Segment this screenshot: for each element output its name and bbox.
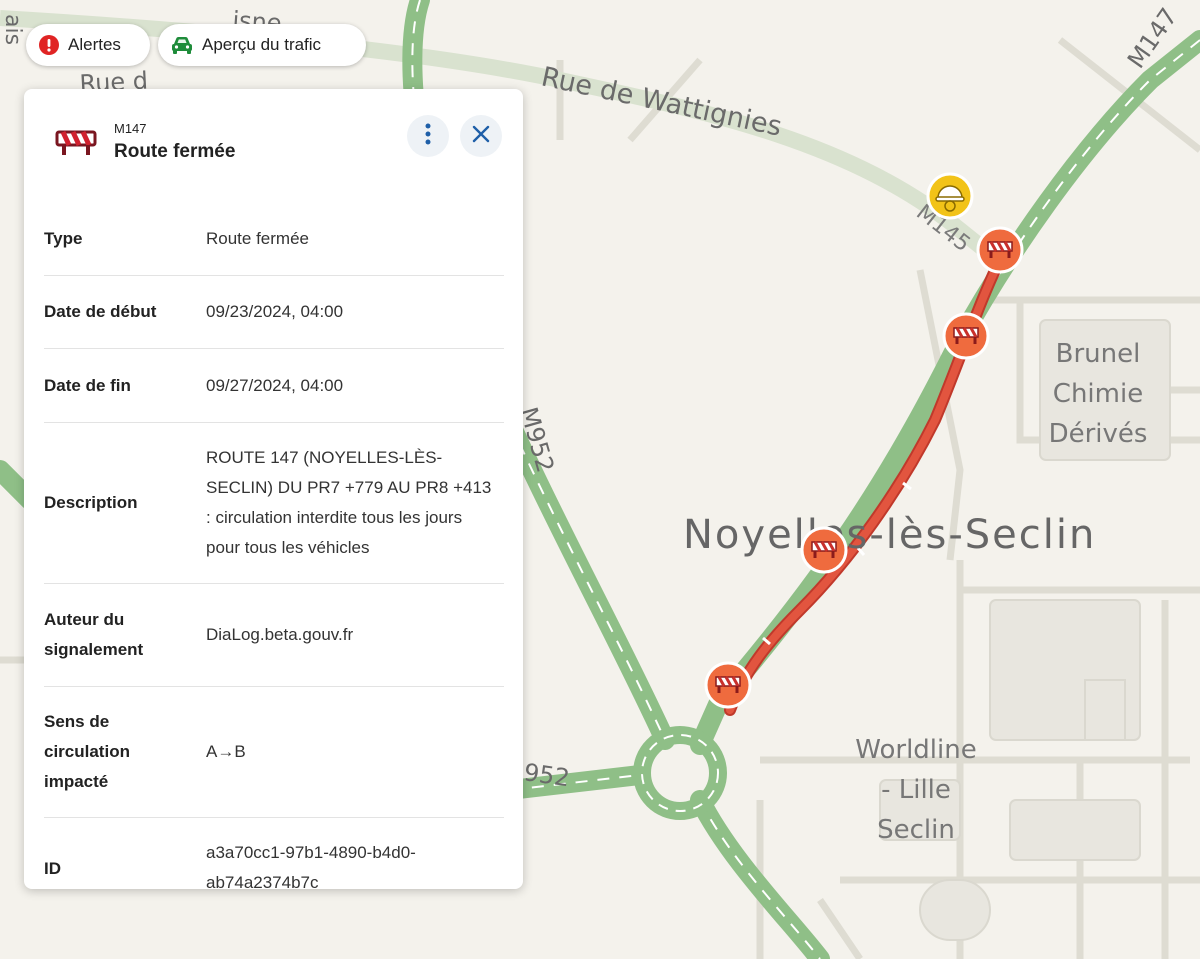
road-barrier-icon bbox=[54, 125, 98, 164]
incident-title: Route fermée bbox=[114, 141, 236, 162]
detail-value: DiaLog.beta.gouv.fr bbox=[206, 625, 354, 644]
incident-road: M147 bbox=[114, 121, 147, 136]
detail-label: Date de fin bbox=[44, 375, 131, 395]
detail-row-end-date: Date de fin 09/27/2024, 04:00 bbox=[44, 349, 504, 423]
close-button[interactable] bbox=[460, 115, 502, 157]
road-closed-marker-1[interactable] bbox=[976, 226, 1024, 274]
panel-header: M147 Route fermée bbox=[24, 89, 523, 189]
car-icon bbox=[170, 34, 194, 56]
detail-value: 09/27/2024, 04:00 bbox=[206, 375, 344, 395]
road-closed-marker-4[interactable] bbox=[704, 661, 752, 709]
town-label: Noyelles-lès-Seclin bbox=[683, 512, 1096, 558]
detail-label: Sens de circulation impacté bbox=[44, 712, 130, 791]
detail-label: ID bbox=[44, 859, 61, 878]
road-closed-marker-3[interactable] bbox=[800, 526, 848, 574]
detail-row-direction: Sens de circulation impacté A→B bbox=[44, 687, 504, 818]
detail-label: Auteur du signalement bbox=[44, 610, 144, 659]
alerts-button[interactable]: Alertes bbox=[26, 24, 150, 66]
poi-brunel-line1: Brunel bbox=[1056, 339, 1141, 369]
traffic-overview-label: Aperçu du trafic bbox=[202, 35, 322, 54]
poi-worldline-line1: Worldline bbox=[855, 735, 976, 765]
detail-row-start-date: Date de début 09/23/2024, 04:00 bbox=[44, 276, 504, 349]
detail-value: A→B bbox=[206, 742, 246, 761]
detail-label: Date de début bbox=[44, 302, 157, 321]
detail-row-id: ID a3a70cc1-97b1-4890-b4d0-ab74a2374b7c bbox=[44, 818, 504, 889]
detail-label: Description bbox=[44, 493, 138, 512]
street-label-left: ais bbox=[0, 14, 25, 45]
detail-row-author: Auteur du signalement DiaLog.beta.gouv.f… bbox=[44, 584, 504, 687]
traffic-overview-button[interactable]: Aperçu du trafic bbox=[158, 24, 366, 66]
detail-row-description: Description ROUTE 147 (NOYELLES-LÈS-SECL… bbox=[44, 423, 504, 584]
close-icon bbox=[472, 125, 490, 148]
detail-value: a3a70cc1-97b1-4890-b4d0-ab74a2374b7c bbox=[206, 843, 416, 889]
alert-icon bbox=[38, 34, 60, 56]
poi-brunel-line3: Dérivés bbox=[1049, 419, 1148, 449]
incident-detail-panel: M147 Route fermée Type Route fermée Date… bbox=[24, 89, 523, 889]
roadworks-marker[interactable] bbox=[926, 172, 974, 220]
detail-label: Type bbox=[44, 228, 83, 248]
detail-value: ROUTE 147 (NOYELLES-LÈS-SECLIN) DU PR7 +… bbox=[206, 448, 492, 557]
detail-row-type: Type Route fermée bbox=[44, 202, 504, 276]
incident-details: Type Route fermée Date de début 09/23/20… bbox=[44, 202, 504, 889]
poi-worldline-line2: - Lille bbox=[881, 775, 951, 805]
poi-brunel-line2: Chimie bbox=[1053, 379, 1143, 409]
detail-value: Route fermée bbox=[206, 228, 309, 248]
alerts-button-label: Alertes bbox=[68, 35, 121, 54]
road-closed-marker-2[interactable] bbox=[942, 312, 990, 360]
detail-value: 09/23/2024, 04:00 bbox=[206, 302, 344, 321]
more-options-button[interactable] bbox=[407, 115, 449, 157]
poi-worldline-line3: Seclin bbox=[877, 815, 955, 845]
more-vertical-icon bbox=[425, 123, 431, 150]
